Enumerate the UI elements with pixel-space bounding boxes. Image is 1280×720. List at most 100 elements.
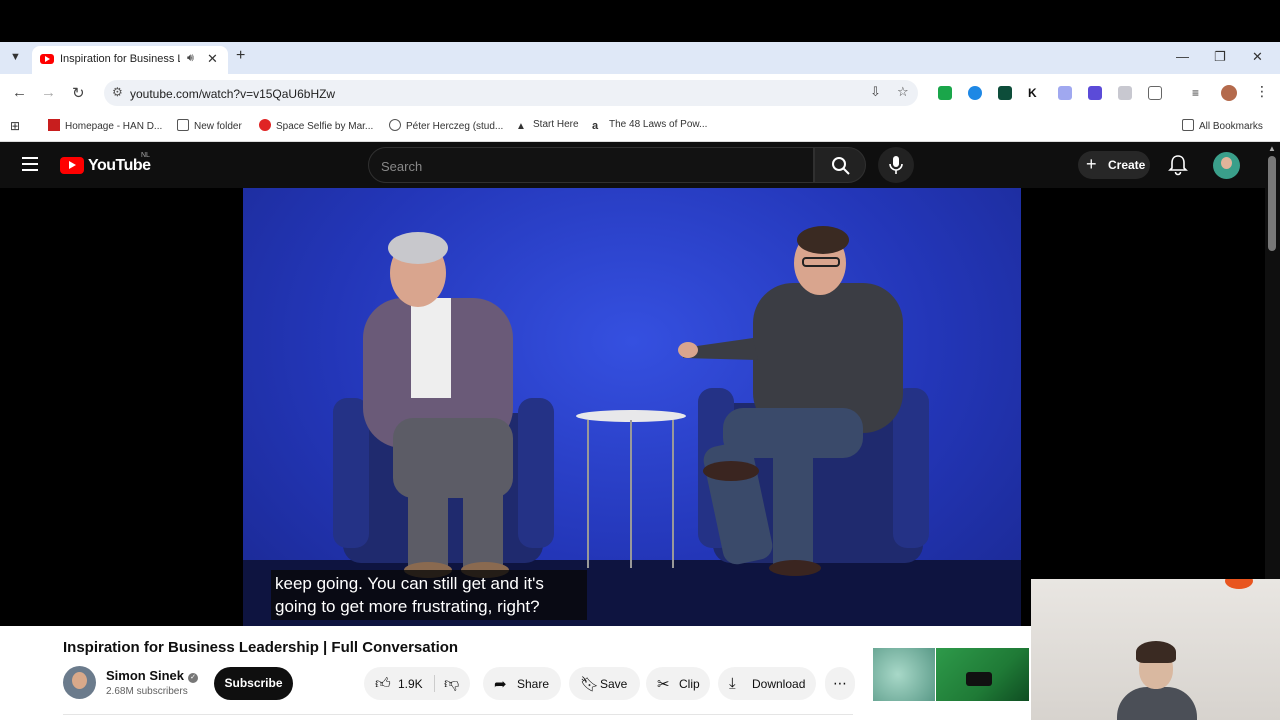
download-label: Download bbox=[752, 677, 806, 691]
more-horizontal-icon: ⋯ bbox=[833, 675, 847, 691]
address-bar[interactable]: ⚙ youtube.com/watch?v=v15QaU6bHZw ⇩ ☆ bbox=[104, 80, 918, 106]
download-icon: ⤓ bbox=[729, 675, 736, 692]
tab-search-icon[interactable]: ▼ bbox=[10, 51, 24, 65]
share-icon: ➦ bbox=[494, 676, 507, 693]
new-tab-button[interactable]: + bbox=[236, 47, 245, 65]
back-icon[interactable]: ← bbox=[12, 84, 27, 101]
install-app-icon[interactable]: ⇩ bbox=[870, 84, 881, 100]
webcam-person-body bbox=[1117, 687, 1197, 720]
clip-button[interactable]: ✂ Clip bbox=[646, 667, 710, 700]
share-button[interactable]: ➦ Share bbox=[483, 667, 561, 700]
browser-menu-icon[interactable]: ⋮ bbox=[1255, 83, 1269, 100]
description-divider bbox=[63, 714, 853, 715]
extension-s-icon[interactable] bbox=[938, 86, 952, 100]
account-avatar[interactable] bbox=[1213, 152, 1240, 179]
speaker-icon[interactable]: 🔊︎ bbox=[187, 52, 194, 65]
site-info-icon[interactable]: ⚙ bbox=[112, 85, 123, 99]
caption-line-2: going to get more frustrating, right? bbox=[275, 597, 540, 616]
video-player[interactable] bbox=[243, 188, 1021, 626]
globe-icon bbox=[389, 119, 401, 131]
caption-line-1: keep going. You can still get and it's bbox=[275, 574, 544, 593]
reload-icon[interactable]: ↻ bbox=[72, 84, 85, 102]
apps-grid-icon[interactable]: ⊞ bbox=[10, 119, 20, 133]
close-tab-icon[interactable]: ✕ bbox=[207, 51, 218, 67]
top-black-bar bbox=[0, 0, 1280, 42]
like-count: 1.9K bbox=[398, 677, 423, 691]
forward-icon[interactable]: → bbox=[41, 84, 56, 101]
recommended-thumbnail-1[interactable] bbox=[873, 648, 935, 701]
bookmark-new-folder[interactable]: New folder bbox=[177, 119, 242, 132]
subscribe-button[interactable]: Subscribe bbox=[214, 667, 293, 700]
tab-strip: ▼ Inspiration for Business Lea 🔊︎ ✕ + — … bbox=[0, 42, 1280, 74]
youtube-favicon-icon bbox=[40, 54, 54, 64]
bookmark-label: New folder bbox=[194, 121, 242, 132]
scroll-up-icon[interactable]: ▲ bbox=[1268, 144, 1276, 153]
bookmark-label: Space Selfie by Mar... bbox=[276, 121, 374, 132]
like-button[interactable]: 👍︎ 1.9K 👎︎ bbox=[364, 667, 470, 700]
bookmark-space-selfie[interactable]: Space Selfie by Mar... bbox=[259, 119, 373, 132]
folder-icon bbox=[1182, 119, 1194, 131]
bookmark-label: Start Here bbox=[533, 119, 579, 130]
folder-icon bbox=[177, 119, 189, 131]
search-box bbox=[368, 147, 814, 183]
search-icon bbox=[832, 157, 850, 175]
video-frame-scene bbox=[243, 226, 1021, 626]
video-title: Inspiration for Business Leadership | Fu… bbox=[63, 639, 459, 656]
extension-cloud-icon[interactable] bbox=[1058, 86, 1072, 100]
channel-avatar[interactable] bbox=[63, 666, 96, 699]
bookmark-han[interactable]: Homepage - HAN D... bbox=[48, 119, 162, 132]
subscriber-count: 2.68M subscribers bbox=[106, 686, 188, 697]
webcam-overlay bbox=[1031, 579, 1280, 720]
media-control-icon[interactable]: ≡ bbox=[1192, 86, 1206, 100]
video-caption: keep going. You can still get and it's g… bbox=[271, 570, 587, 620]
all-bookmarks[interactable]: All Bookmarks bbox=[1182, 119, 1263, 132]
scrollbar-thumb[interactable] bbox=[1268, 156, 1276, 251]
thumbs-down-icon[interactable]: 👎︎ bbox=[444, 675, 459, 693]
create-button[interactable]: + Create bbox=[1078, 151, 1150, 179]
bookmark-start-here[interactable]: ▲ Start Here bbox=[516, 119, 579, 133]
notifications-button[interactable] bbox=[1168, 154, 1188, 181]
close-window-icon[interactable]: ✕ bbox=[1252, 49, 1263, 65]
scissors-icon: ✂ bbox=[657, 676, 670, 693]
guide-menu-icon[interactable] bbox=[22, 157, 38, 171]
triangle-icon: ▲ bbox=[516, 121, 526, 132]
recommended-thumbnail-2[interactable] bbox=[936, 648, 1029, 701]
browser-tab-youtube[interactable]: Inspiration for Business Lea 🔊︎ ✕ bbox=[32, 46, 228, 74]
webcam-person-hair bbox=[1136, 641, 1176, 663]
restore-icon[interactable]: ❐ bbox=[1214, 49, 1226, 65]
more-actions-button[interactable]: ⋯ bbox=[825, 667, 855, 700]
bookmark-label: Péter Herczeg (stud... bbox=[406, 121, 504, 132]
selfie-icon bbox=[259, 119, 271, 131]
extension-shield-icon[interactable] bbox=[1118, 86, 1132, 100]
bookmark-icon: 🔖︎ bbox=[580, 676, 600, 693]
save-button[interactable]: 🔖︎ Save bbox=[569, 667, 640, 700]
extensions-puzzle-icon[interactable] bbox=[1148, 86, 1162, 100]
region-code: NL bbox=[141, 152, 150, 159]
bookmarks-bar: ⊞ Homepage - HAN D... New folder Space S… bbox=[0, 112, 1280, 142]
save-label: Save bbox=[600, 677, 628, 691]
extension-k-icon[interactable]: K bbox=[1028, 86, 1042, 100]
extension-check-icon[interactable] bbox=[998, 86, 1012, 100]
search-button[interactable] bbox=[814, 147, 866, 183]
han-icon bbox=[48, 119, 60, 131]
profile-avatar-icon[interactable] bbox=[1221, 85, 1237, 101]
bookmark-label: Homepage - HAN D... bbox=[65, 121, 163, 132]
download-button[interactable]: ⤓ Download bbox=[718, 667, 816, 700]
search-input[interactable] bbox=[381, 156, 801, 176]
thumbs-up-icon: 👍︎ bbox=[375, 675, 391, 692]
extension-u-icon[interactable] bbox=[1088, 86, 1102, 100]
channel-name[interactable]: Simon Sinek ✓ bbox=[106, 668, 199, 683]
share-label: Share bbox=[517, 677, 550, 691]
url-text[interactable]: youtube.com/watch?v=v15QaU6bHZw bbox=[130, 87, 335, 101]
youtube-header: YouTube NL + Create bbox=[0, 142, 1265, 188]
microphone-icon bbox=[889, 156, 903, 174]
bookmark-star-icon[interactable]: ☆ bbox=[897, 84, 909, 100]
youtube-wordmark: YouTube bbox=[88, 157, 151, 174]
extension-circle-icon[interactable] bbox=[968, 86, 982, 100]
bookmark-48-laws[interactable]: a The 48 Laws of Pow... bbox=[592, 119, 707, 132]
clip-label: Clip bbox=[679, 677, 700, 691]
voice-search-button[interactable] bbox=[878, 147, 914, 183]
minimize-icon[interactable]: — bbox=[1176, 49, 1189, 64]
bookmark-label: The 48 Laws of Pow... bbox=[609, 119, 708, 130]
bookmark-peter-herczeg[interactable]: Péter Herczeg (stud... bbox=[389, 119, 503, 132]
